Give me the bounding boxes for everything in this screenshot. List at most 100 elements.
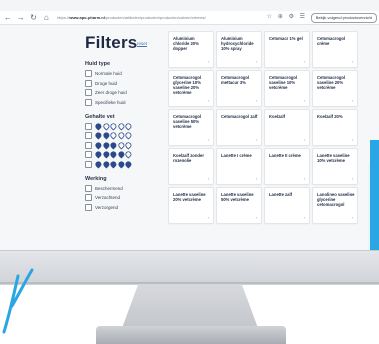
settings-icon[interactable]: ⚙	[287, 13, 296, 22]
chevron-right-icon: ›	[255, 98, 257, 103]
product-name: Cetomacrogol mettacur 3%	[221, 75, 250, 85]
forward-icon[interactable]: →	[16, 13, 26, 23]
filter-option[interactable]: Normale huid	[85, 70, 155, 77]
drop-icon	[124, 131, 133, 140]
product-name: Koelzalf 20%	[317, 114, 343, 119]
filter-option[interactable]: Verzachtend	[85, 194, 155, 201]
filter-option[interactable]: Beschermend	[85, 184, 155, 192]
checkbox[interactable]	[85, 184, 92, 192]
product-card[interactable]: Lanette vaseline 10% vetcrème ›	[312, 148, 358, 185]
side-accent-panel	[370, 140, 379, 250]
fat-level-option[interactable]	[85, 150, 155, 159]
browser-toolbar: ← → ↻ ⌂ https://www.apo-pharm.nl/product…	[0, 11, 379, 25]
drop-icon	[116, 159, 125, 169]
checkbox[interactable]	[85, 79, 92, 87]
product-card[interactable]: Cetomacr 1% gel ›	[264, 31, 310, 68]
chevron-right-icon: ›	[255, 59, 257, 64]
checkbox[interactable]	[85, 151, 92, 158]
product-name: Cetomacrogol vaseline 10% vetcrème	[269, 75, 298, 90]
reset-filters-link[interactable]: reset	[137, 41, 147, 46]
filter-option[interactable]: Zeer droge huid	[85, 89, 155, 96]
product-card[interactable]: Cetomacrogol mettacur 3% ›	[216, 70, 262, 107]
checkbox[interactable]	[85, 89, 92, 96]
product-card[interactable]: Koelzalf 20% ›	[312, 109, 358, 146]
drop-icon	[109, 131, 118, 140]
product-card[interactable]: Koelzalf zonder rozenolie ›	[168, 148, 214, 185]
drop-icon	[109, 121, 118, 131]
address-bar[interactable]: https://www.apo-pharm.nl/producten/artik…	[57, 13, 263, 22]
fat-level-drops	[94, 121, 133, 131]
filter-option[interactable]: Verzorgend	[85, 203, 155, 211]
product-card[interactable]: Cetomacrogol zalf ›	[216, 109, 262, 146]
product-card[interactable]: Lanette vaseline 20% vetcrème ›	[168, 187, 214, 224]
product-name: Lanette vaseline 50% vetcrème	[221, 192, 254, 202]
extensions-icon[interactable]: ⊕	[276, 13, 285, 22]
drop-icon	[94, 140, 103, 150]
drop-icon	[124, 159, 133, 169]
product-card[interactable]: Lanette zalf ›	[264, 187, 310, 224]
checkbox[interactable]	[85, 160, 92, 168]
product-card[interactable]: Aluminium hydroxychloride 10% spray ›	[216, 31, 262, 68]
chevron-right-icon: ›	[303, 176, 305, 181]
checkbox[interactable]	[85, 132, 92, 139]
monitor-chin-edge	[0, 282, 379, 284]
drop-icon	[101, 131, 110, 140]
product-card[interactable]: Cetomacrogol glycerine 10% vaseline 20% …	[168, 70, 214, 107]
fat-level-option[interactable]	[85, 131, 155, 140]
product-card[interactable]: Cetomacrogol crème ›	[312, 31, 358, 68]
monitor-chin	[0, 250, 379, 285]
chevron-right-icon: ›	[207, 176, 209, 181]
filter-option[interactable]: Droge huid	[85, 79, 155, 87]
drop-icon	[94, 150, 103, 159]
product-card[interactable]: Aluminium chloride 20% dopper ›	[168, 31, 214, 68]
product-card[interactable]: Lanolineo vaseline glycerine cetomacrogo…	[312, 187, 358, 224]
filter-option-label: Verzorgend	[95, 204, 119, 210]
filter-option-label: Verzachtend	[95, 195, 121, 200]
chevron-right-icon: ›	[303, 215, 305, 220]
product-card[interactable]: Cetomacrogol vaseline 20% vetcrème ›	[312, 70, 358, 107]
checkbox[interactable]	[85, 141, 92, 149]
product-name: Cetomacrogol vaseline 50% vetcrème	[173, 114, 202, 129]
monitor-stand-base	[96, 326, 286, 344]
chevron-right-icon: ›	[255, 215, 257, 220]
checkbox[interactable]	[85, 122, 92, 130]
filter-option[interactable]: Specifieke huid	[85, 98, 155, 106]
checkbox[interactable]	[85, 203, 92, 211]
product-name: Cetomacr 1% gel	[269, 36, 303, 41]
checkbox[interactable]	[85, 70, 92, 77]
fat-level-drops	[94, 131, 133, 140]
product-card[interactable]: Lanette vaseline 50% vetcrème ›	[216, 187, 262, 224]
filter-option-label: Beschermend	[95, 185, 123, 191]
chevron-right-icon: ›	[207, 215, 209, 220]
bookmark-icon[interactable]: ☆	[265, 13, 274, 22]
drop-icon	[94, 121, 103, 131]
fat-level-option[interactable]	[85, 121, 155, 131]
menu-icon[interactable]: ☰	[298, 13, 307, 22]
next-overview-button[interactable]: Bekijk volgend productoverzicht	[310, 12, 378, 23]
drop-icon	[116, 131, 125, 140]
chevron-right-icon: ›	[207, 98, 209, 103]
chevron-right-icon: ›	[351, 137, 353, 142]
fat-level-option[interactable]	[85, 159, 155, 169]
product-card[interactable]: Cetomacrogol vaseline 10% vetcrème ›	[264, 70, 310, 107]
checkbox[interactable]	[85, 98, 92, 106]
drop-icon	[109, 140, 118, 150]
url-prefix: https://	[57, 15, 70, 20]
product-card[interactable]: Cetomacrogol vaseline 50% vetcrème ›	[168, 109, 214, 146]
product-card[interactable]: Lanette I crème ›	[216, 148, 262, 185]
filter-group-title: Werking	[85, 175, 107, 182]
fat-level-drops	[94, 150, 133, 159]
product-name: Cetomacrogol zalf	[221, 114, 258, 119]
checkbox[interactable]	[85, 194, 92, 201]
product-name: Lanette I crème	[221, 153, 252, 158]
fat-level-drops	[94, 140, 133, 150]
product-card[interactable]: Lanette II crème ›	[264, 148, 310, 185]
fat-level-option[interactable]	[85, 140, 155, 150]
drop-icon	[124, 121, 133, 131]
product-card[interactable]: Koelzalf ›	[264, 109, 310, 146]
home-icon[interactable]: ⌂	[41, 13, 51, 23]
reload-icon[interactable]: ↻	[29, 13, 39, 23]
chevron-right-icon: ›	[207, 137, 209, 142]
back-icon[interactable]: ←	[3, 13, 13, 23]
chevron-right-icon: ›	[351, 59, 353, 64]
